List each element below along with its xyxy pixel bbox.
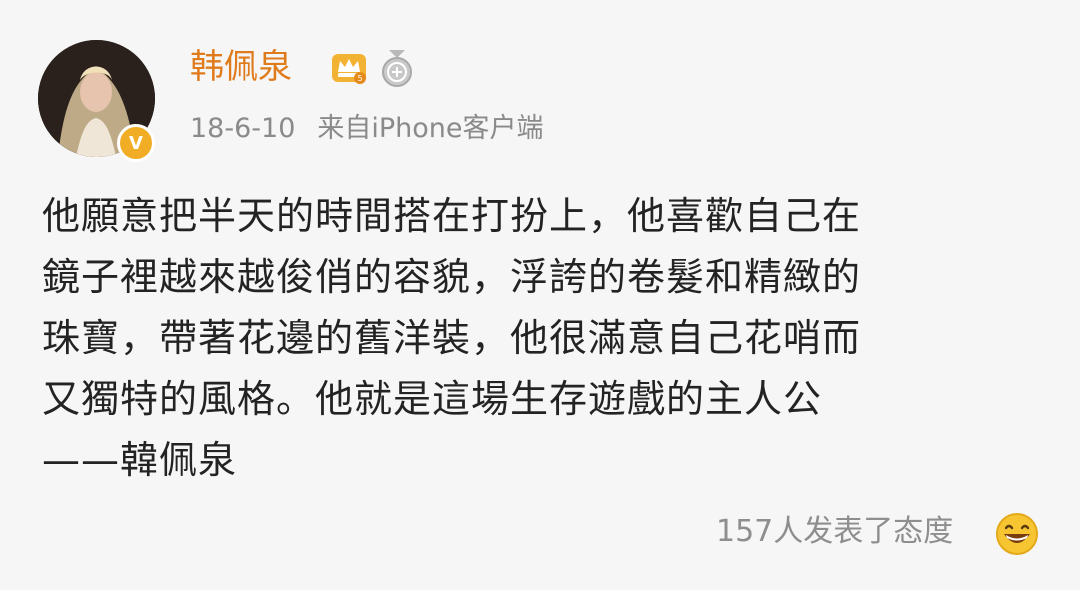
post-body-signature: ——韓佩泉 [42, 438, 238, 482]
post-body: 他願意把半天的時間搭在打扮上，他喜歡自己在 鏡子裡越來越俊俏的容貌，浮誇的卷髮和… [42, 186, 1042, 491]
svg-text:5: 5 [357, 74, 362, 83]
medal-icon[interactable] [378, 48, 416, 88]
post-body-line: 又獨特的風格。他就是這場生存遊戲的主人公 [42, 377, 823, 421]
verified-badge-icon: V [117, 124, 155, 162]
reactions-count[interactable]: 157人发表了态度 [716, 512, 953, 551]
post-body-line: 鏡子裡越來越俊俏的容貌，浮誇的卷髮和精緻的 [42, 255, 862, 299]
post-body-line: 珠寶，帶著花邊的舊洋裝，他很滿意自己花哨而 [42, 316, 862, 360]
crown-vip-icon[interactable]: 5 [330, 50, 368, 86]
post-body-line: 他願意把半天的時間搭在打扮上，他喜歡自己在 [42, 194, 862, 238]
post-source: 来自iPhone客户端 [317, 113, 544, 144]
post-meta: 18-6-10 来自iPhone客户端 [190, 112, 544, 146]
weibo-post-card: V 韩佩泉 5 18-6-10 来自iPhone客户端 他願意把半天的時間搭在打扮… [0, 0, 1080, 590]
username[interactable]: 韩佩泉 [190, 46, 292, 89]
post-date: 18-6-10 [190, 113, 296, 144]
grinning-emoji-icon[interactable] [995, 512, 1039, 556]
